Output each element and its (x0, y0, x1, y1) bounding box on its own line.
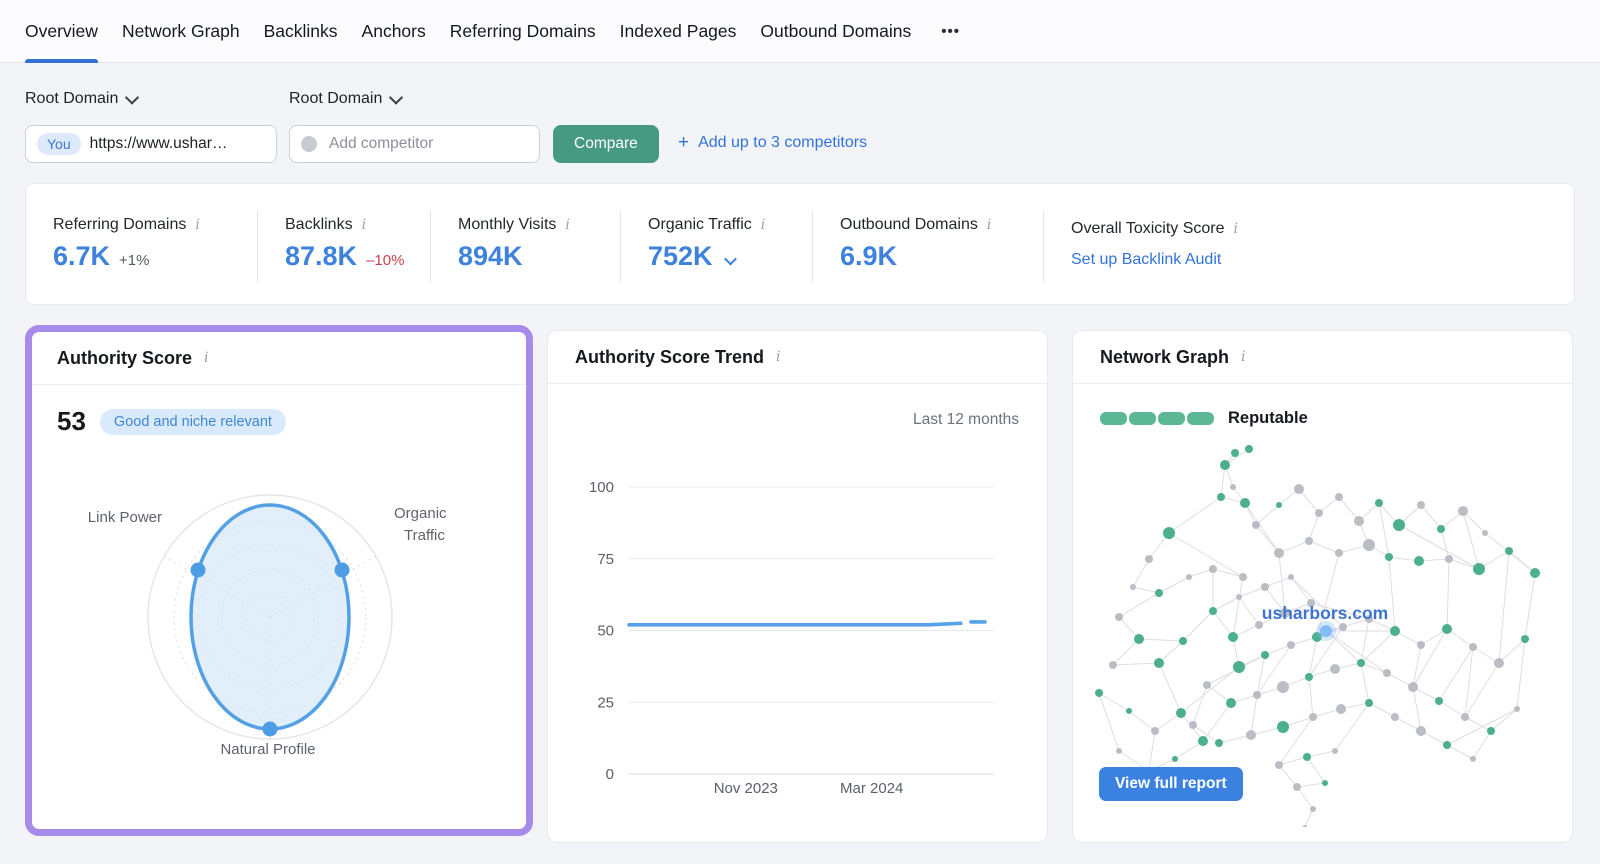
competitor-input-wrap (289, 125, 540, 163)
you-domain-value: https://www.ushar… (90, 135, 228, 153)
metric-label: Backlinks (285, 216, 353, 234)
svg-text:25: 25 (597, 694, 614, 711)
network-header: Network Graph i (1073, 331, 1572, 384)
svg-text:Nov 2023: Nov 2023 (714, 780, 778, 797)
info-icon[interactable]: i (776, 349, 780, 365)
svg-text:Mar 2024: Mar 2024 (840, 780, 903, 797)
metric-referring-domains: Referring Domains i 6.7K +1% (26, 184, 258, 304)
setup-backlink-audit-link[interactable]: Set up Backlink Audit (1071, 251, 1574, 269)
authority-score-value-row: 53 Good and niche relevant (32, 385, 526, 437)
add-competitors-label: Add up to 3 competitors (698, 134, 867, 152)
info-icon[interactable]: i (362, 217, 366, 233)
authority-score-card: Authority Score i 53 Good and niche rele… (32, 332, 526, 829)
legend-segment (1129, 412, 1156, 425)
metric-backlinks: Backlinks i 87.8K –10% (258, 184, 431, 304)
info-icon[interactable]: i (761, 217, 765, 233)
competitor-dot-icon (301, 136, 317, 152)
metric-organic-traffic: Organic Traffic i 752K (621, 184, 813, 304)
trend-line-chart: 100 75 50 25 0 Nov 2023 Mar 2024 (548, 441, 1049, 841)
authority-score-highlight-frame: Authority Score i 53 Good and niche rele… (25, 325, 533, 836)
trend-header: Authority Score Trend i (548, 331, 1047, 384)
network-title: Network Graph (1100, 347, 1229, 368)
backlink-analytics-page: Overview Network Graph Backlinks Anchors Ref… (0, 0, 1600, 864)
info-icon[interactable]: i (195, 217, 199, 233)
info-icon[interactable]: i (987, 217, 991, 233)
legend-segment (1158, 412, 1185, 425)
chevron-down-icon (125, 91, 139, 105)
authority-score-radar-chart: Link Power Organic Traffic Natural Profile (32, 450, 526, 822)
top-navigation: Overview Network Graph Backlinks Anchors Ref… (0, 0, 1600, 63)
you-badge: You (37, 133, 81, 155)
competitor-scope-label: Root Domain (289, 90, 382, 108)
svg-text:Organic: Organic (394, 505, 447, 522)
authority-score-badge: Good and niche relevant (100, 409, 286, 435)
metrics-summary-card: Referring Domains i 6.7K +1% Backlinks i 87.8K… (25, 183, 1575, 305)
authority-score-value: 53 (57, 406, 86, 437)
svg-text:100: 100 (589, 479, 614, 496)
plus-icon: + (678, 133, 689, 152)
view-full-report-button[interactable]: View full report (1099, 767, 1243, 801)
network-legend: Reputable (1100, 409, 1308, 428)
tab-outbound-domains[interactable]: Outbound Domains (760, 0, 911, 62)
more-tabs-button[interactable]: ••• (935, 0, 966, 62)
info-icon[interactable]: i (204, 350, 208, 366)
metric-value: 894K (458, 241, 523, 272)
metric-value: 752K (648, 241, 713, 272)
metric-label: Organic Traffic (648, 216, 752, 234)
svg-text:Natural Profile: Natural Profile (220, 741, 315, 758)
tab-overview[interactable]: Overview (25, 0, 98, 62)
trend-title: Authority Score Trend (575, 347, 764, 368)
chevron-down-icon (389, 91, 403, 105)
metric-label: Outbound Domains (840, 216, 978, 234)
authority-score-header: Authority Score i (32, 332, 526, 385)
legend-segment (1187, 412, 1214, 425)
svg-text:Traffic: Traffic (404, 527, 445, 544)
info-icon[interactable]: i (565, 217, 569, 233)
you-domain-input[interactable]: You https://www.ushar… (25, 125, 277, 163)
authority-score-trend-card: Authority Score Trend i Last 12 months 1… (547, 330, 1048, 843)
competitor-input[interactable] (327, 134, 528, 154)
you-scope-label: Root Domain (25, 90, 118, 108)
metric-label: Overall Toxicity Score (1071, 220, 1225, 238)
legend-segment (1100, 412, 1127, 425)
metric-label: Referring Domains (53, 216, 186, 234)
metric-delta: +1% (119, 252, 149, 269)
metric-delta: –10% (366, 252, 404, 269)
you-scope-dropdown[interactable]: Root Domain (25, 90, 137, 108)
tab-referring-domains[interactable]: Referring Domains (450, 0, 596, 62)
metric-overall-toxicity-score: Overall Toxicity Score i Set up Backlink A… (1044, 184, 1574, 304)
metric-value: 87.8K (285, 241, 357, 272)
metric-label: Monthly Visits (458, 216, 556, 234)
nav-tabs: Overview Network Graph Backlinks Anchors Ref… (25, 0, 911, 62)
add-competitors-link[interactable]: + Add up to 3 competitors (678, 133, 867, 152)
tab-indexed-pages[interactable]: Indexed Pages (620, 0, 737, 62)
trend-range-label: Last 12 months (913, 411, 1019, 429)
authority-score-title: Authority Score (57, 348, 192, 369)
svg-text:0: 0 (606, 766, 614, 783)
tab-network-graph[interactable]: Network Graph (122, 0, 240, 62)
tab-backlinks[interactable]: Backlinks (264, 0, 338, 62)
legend-label: Reputable (1228, 409, 1308, 428)
legend-segments (1100, 412, 1216, 425)
network-graph-card: Network Graph i Reputable usharbors.com … (1072, 330, 1573, 843)
network-center-domain-label: usharbors.com (1262, 603, 1388, 623)
tab-anchors[interactable]: Anchors (362, 0, 426, 62)
svg-text:75: 75 (597, 551, 614, 568)
info-icon[interactable]: i (1234, 221, 1238, 237)
chevron-down-icon[interactable] (724, 253, 737, 266)
svg-text:50: 50 (597, 623, 614, 640)
svg-text:Link Power: Link Power (88, 509, 162, 526)
metric-value: 6.7K (53, 241, 110, 272)
metric-outbound-domains: Outbound Domains i 6.9K (813, 184, 1044, 304)
competitor-scope-dropdown[interactable]: Root Domain (289, 90, 401, 108)
ellipsis-icon: ••• (941, 23, 960, 40)
compare-button[interactable]: Compare (553, 125, 659, 163)
metric-monthly-visits: Monthly Visits i 894K (431, 184, 621, 304)
metric-value: 6.9K (840, 241, 897, 272)
info-icon[interactable]: i (1241, 349, 1245, 365)
